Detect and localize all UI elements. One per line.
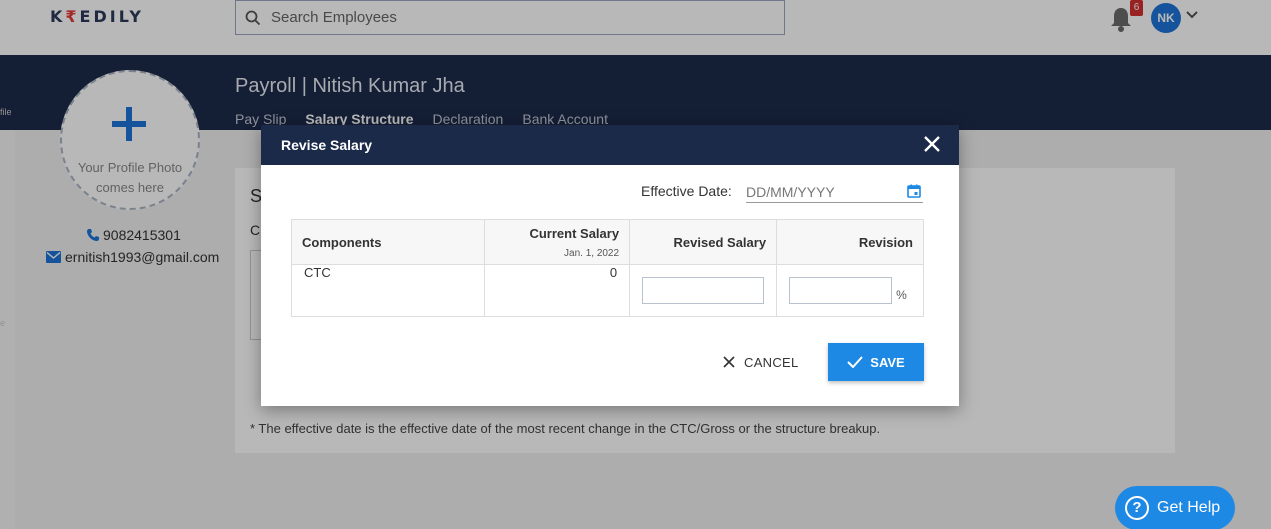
- revise-salary-dialog: Revise Salary Effective Date: Components…: [261, 125, 959, 406]
- dialog-title: Revise Salary: [281, 137, 373, 153]
- cancel-button[interactable]: CANCEL: [723, 352, 799, 372]
- check-icon: [847, 356, 864, 368]
- save-button[interactable]: SAVE: [828, 343, 924, 381]
- close-icon[interactable]: [922, 134, 942, 154]
- revised-salary-cell: [629, 264, 778, 317]
- revised-salary-input[interactable]: [642, 277, 765, 304]
- effective-date-label: Effective Date:: [641, 183, 732, 199]
- column-header-current-salary: Current Salary Jan. 1, 2022: [484, 219, 631, 265]
- current-salary-label: Current Salary: [529, 225, 620, 241]
- percent-unit: %: [896, 287, 907, 302]
- current-salary-value: 0: [484, 264, 631, 317]
- cancel-label: CANCEL: [744, 354, 799, 370]
- column-header-components: Components: [290, 219, 486, 265]
- column-header-revision: Revision: [776, 219, 924, 265]
- table-header-row: Components Current Salary Jan. 1, 2022 R…: [290, 219, 924, 265]
- table-row: CTC 0 %: [290, 264, 924, 317]
- get-help-button[interactable]: ? Get Help: [1115, 486, 1235, 529]
- current-salary-date: Jan. 1, 2022: [564, 247, 620, 259]
- calendar-icon[interactable]: [907, 184, 921, 198]
- column-header-revised-salary: Revised Salary: [629, 219, 778, 265]
- revise-salary-table: Components Current Salary Jan. 1, 2022 R…: [290, 219, 924, 317]
- get-help-label: Get Help: [1157, 499, 1221, 516]
- effective-date-field: [746, 181, 923, 203]
- revision-cell: %: [776, 264, 924, 317]
- component-name: CTC: [290, 264, 486, 317]
- close-icon: [723, 356, 735, 368]
- effective-date-input[interactable]: [746, 183, 896, 200]
- revision-percent-input[interactable]: [789, 277, 893, 304]
- help-icon: ?: [1125, 496, 1149, 520]
- save-label: SAVE: [870, 354, 905, 370]
